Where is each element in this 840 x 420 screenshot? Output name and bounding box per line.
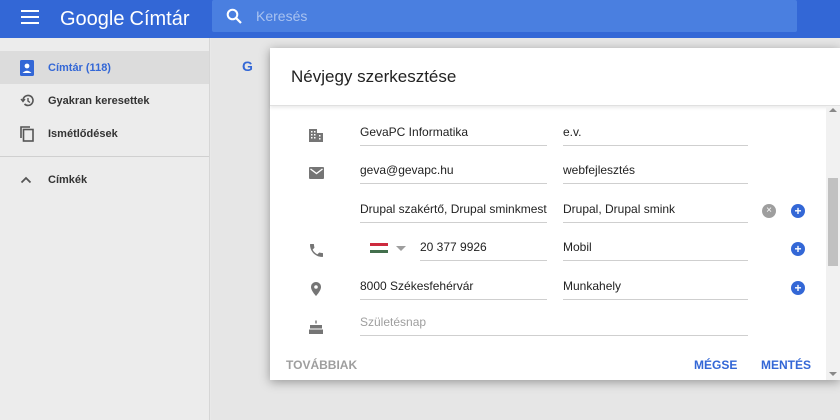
company-name-field[interactable]: GevaPC Informatika	[360, 122, 547, 146]
clear-field-button[interactable]: ×	[762, 204, 776, 218]
dialog-footer: TOVÁBBIAK MÉGSE MENTÉS	[270, 352, 826, 376]
birthday-field[interactable]: Születésnap	[360, 312, 748, 336]
menu-button[interactable]	[0, 0, 60, 38]
scrollbar-thumb[interactable]	[828, 178, 838, 266]
address-field[interactable]: 8000 Székesfehérvár	[360, 276, 547, 300]
sidebar-divider	[0, 156, 209, 157]
search-icon[interactable]	[212, 8, 256, 24]
custom-field-row: Drupal szakértő, Drupal sminkmester Drup…	[270, 197, 826, 227]
save-button[interactable]: MENTÉS	[761, 358, 811, 372]
sidebar-item-label: Ismétlődések	[48, 127, 118, 140]
email-field[interactable]: geva@gevapc.hu	[360, 160, 547, 184]
add-phone-button[interactable]: +	[791, 242, 805, 256]
plus-icon: +	[794, 281, 802, 295]
sidebar-item-label: Gyakran keresettek	[48, 94, 150, 107]
email-label-field[interactable]: webfejlesztés	[563, 160, 748, 184]
phone-number-field[interactable]: 20 377 9926	[420, 237, 547, 261]
sidebar-item-label: Címtár (118)	[48, 61, 111, 74]
company-row: GevaPC Informatika e.v.	[270, 120, 826, 150]
more-fields-button[interactable]: TOVÁBBIAK	[286, 358, 357, 372]
custom-field-value[interactable]: Drupal szakértő, Drupal sminkmester	[360, 199, 547, 223]
country-dropdown-caret-icon[interactable]	[396, 246, 406, 251]
sidebar-item-frequently-contacted[interactable]: Gyakran keresettek	[0, 84, 209, 117]
hamburger-menu-icon	[21, 9, 39, 29]
brand-google: Google	[60, 7, 125, 30]
dialog-scrollbar[interactable]	[826, 106, 840, 380]
phone-label-field[interactable]: Mobil	[563, 237, 748, 261]
sidebar-item-contacts[interactable]: Címtár (118)	[0, 51, 209, 84]
chevron-up-icon	[20, 176, 48, 184]
phone-row: 20 377 9926 Mobil +	[270, 235, 826, 265]
custom-field-label[interactable]: Drupal, Drupal smink	[563, 199, 748, 223]
close-icon: ×	[766, 205, 772, 216]
cake-icon	[307, 318, 325, 336]
location-pin-icon	[307, 280, 325, 298]
scroll-down-arrow-icon[interactable]	[829, 372, 837, 376]
brand-product: Címtár	[129, 7, 190, 30]
email-row: geva@gevapc.hu webfejlesztés	[270, 158, 826, 188]
sidebar-item-label: Címkék	[48, 173, 88, 186]
sidebar-item-duplicates[interactable]: Ismétlődések	[0, 117, 209, 150]
plus-icon: +	[794, 204, 802, 218]
group-letter: G	[242, 58, 253, 74]
address-row: 8000 Székesfehérvár Munkahely +	[270, 274, 826, 304]
add-custom-field-button[interactable]: +	[791, 204, 805, 218]
history-icon	[20, 93, 48, 108]
cancel-button[interactable]: MÉGSE	[694, 358, 737, 372]
birthday-row: Születésnap	[270, 312, 826, 342]
sidebar: Címtár (118) Gyakran keresettek Ismétlőd…	[0, 38, 210, 420]
add-address-button[interactable]: +	[791, 281, 805, 295]
app-logo[interactable]: Google Címtár	[60, 8, 210, 31]
company-icon	[307, 126, 325, 144]
hungary-flag-icon[interactable]	[370, 243, 388, 253]
edit-contact-dialog: Névjegy szerkesztése GevaPC Informatika …	[270, 48, 840, 380]
email-icon	[307, 164, 325, 182]
search-bar[interactable]	[212, 0, 797, 32]
plus-icon: +	[794, 242, 802, 256]
dialog-title: Névjegy szerkesztése	[270, 48, 840, 106]
address-label-field[interactable]: Munkahely	[563, 276, 748, 300]
contacts-icon	[20, 59, 48, 76]
scroll-up-arrow-icon[interactable]	[829, 108, 837, 112]
search-input[interactable]	[256, 8, 756, 24]
company-form-field[interactable]: e.v.	[563, 122, 748, 146]
sidebar-item-labels[interactable]: Címkék	[0, 163, 209, 196]
copy-icon	[20, 125, 48, 142]
phone-icon	[307, 241, 325, 259]
top-app-bar: Google Címtár	[0, 0, 840, 38]
